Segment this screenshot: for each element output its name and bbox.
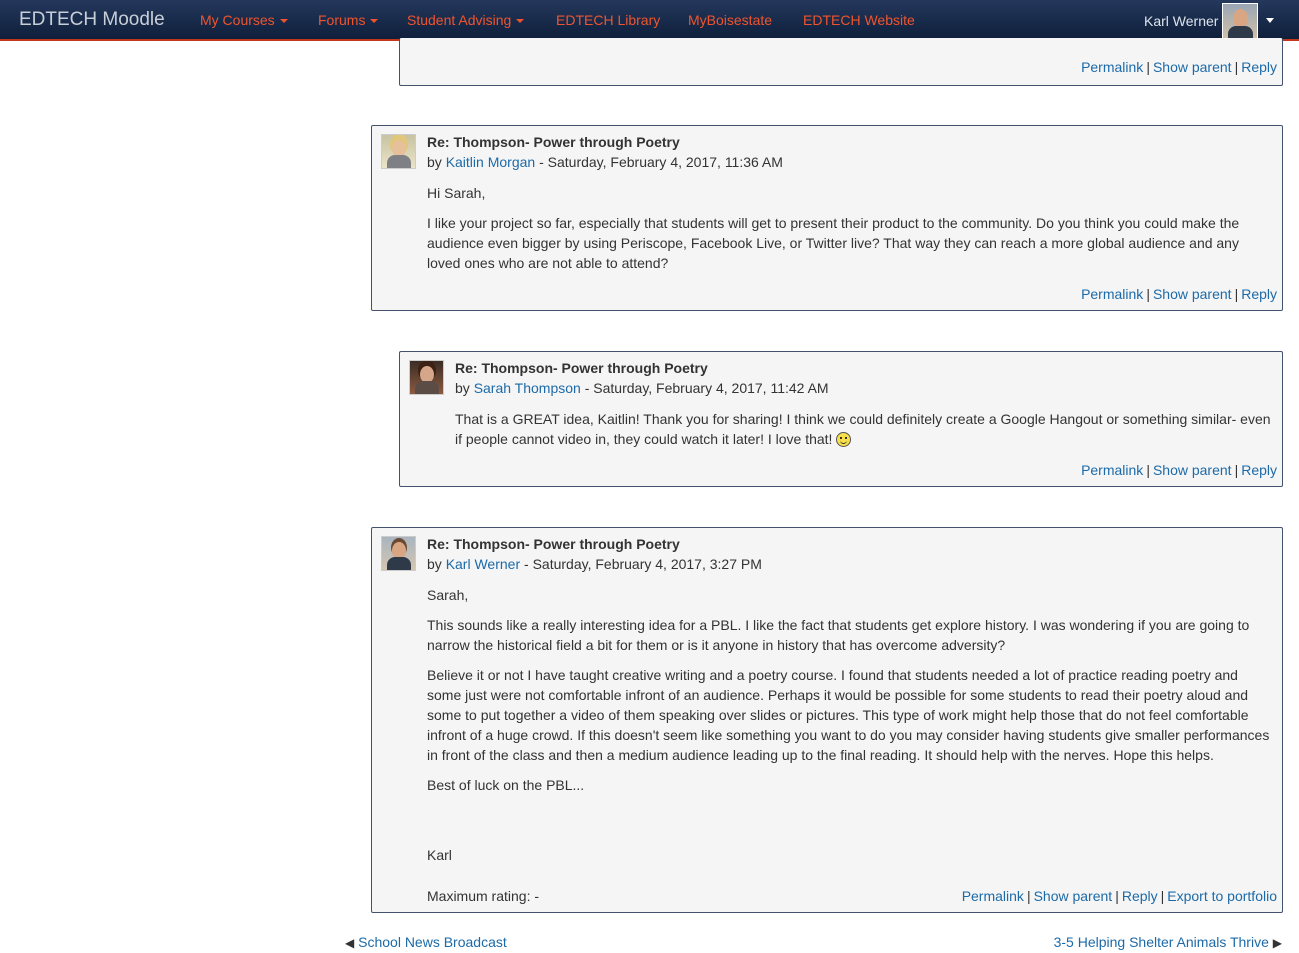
triangle-right-icon: ▶ xyxy=(1272,936,1282,950)
author-link[interactable]: Karl Werner xyxy=(446,556,520,572)
author-link[interactable]: Kaitlin Morgan xyxy=(446,154,536,170)
post-subject: Re: Thompson- Power through Poetry xyxy=(455,360,708,376)
nav-edtech-website[interactable]: EDTECH Website xyxy=(803,12,915,28)
chevron-down-icon xyxy=(516,19,525,24)
nav-forums-label: Forums xyxy=(318,12,366,28)
show-parent-link[interactable]: Show parent xyxy=(1034,888,1113,904)
nav-student-advising[interactable]: Student Advising xyxy=(407,12,525,28)
separator: | xyxy=(1234,286,1239,302)
post-paragraph: I like your project so far, especially t… xyxy=(427,215,1240,271)
rating-label: Maximum rating: - xyxy=(427,888,540,904)
smiley-icon xyxy=(836,432,852,447)
by-label: by xyxy=(455,380,470,396)
post-commands: Permalink | Show parent | Reply | Export to po… xyxy=(962,888,1277,904)
post-paragraph: Hi Sarah, xyxy=(427,185,486,201)
post-byline: by Sarah Thompson - Saturday, February 4… xyxy=(455,380,829,396)
separator: | xyxy=(1146,286,1150,302)
by-label: by xyxy=(427,154,442,170)
separator: | xyxy=(1026,888,1031,904)
post-date: Saturday, February 4, 2017, 11:42 AM xyxy=(593,380,829,396)
post-subject: Re: Thompson- Power through Poetry xyxy=(427,536,680,552)
export-portfolio-link[interactable]: Export to portfolio xyxy=(1167,888,1277,904)
show-parent-link[interactable]: Show parent xyxy=(1153,286,1232,302)
by-label: by xyxy=(427,556,442,572)
post-date: Saturday, February 4, 2017, 3:27 PM xyxy=(532,556,762,572)
reply-link[interactable]: Reply xyxy=(1241,59,1277,75)
post-byline: by Kaitlin Morgan - Saturday, February 4… xyxy=(427,154,783,170)
post-commands: Permalink | Show parent | Reply xyxy=(1081,59,1277,75)
nav-my-courses-label: My Courses xyxy=(200,12,275,28)
permalink-link[interactable]: Permalink xyxy=(1081,59,1143,75)
chevron-down-icon xyxy=(279,19,288,24)
post-date: Saturday, February 4, 2017, 11:36 AM xyxy=(547,154,783,170)
nav-my-courses[interactable]: My Courses xyxy=(200,12,288,28)
dash: - xyxy=(584,380,590,396)
prev-discussion-link[interactable]: School News Broadcast xyxy=(358,934,507,950)
permalink-link[interactable]: Permalink xyxy=(962,888,1024,904)
triangle-left-icon: ◀ xyxy=(345,936,355,950)
post-content: Sarah, This sounds like a really interes… xyxy=(427,585,1275,875)
post-text: That is a GREAT idea, Kaitlin! Thank you… xyxy=(455,411,1271,447)
user-avatar[interactable] xyxy=(1222,3,1258,39)
show-parent-link[interactable]: Show parent xyxy=(1153,59,1232,75)
post-paragraph: Sarah, xyxy=(427,587,469,603)
author-avatar[interactable] xyxy=(381,134,416,169)
forum-post: Re: Thompson- Power through Poetry by Ka… xyxy=(371,527,1283,913)
permalink-link[interactable]: Permalink xyxy=(1081,286,1143,302)
post-paragraph: This sounds like a really interesting id… xyxy=(427,617,1250,653)
separator: | xyxy=(1234,59,1239,75)
reply-link[interactable]: Reply xyxy=(1122,888,1158,904)
top-navbar: EDTECH Moodle My Courses Forums Student … xyxy=(0,0,1299,41)
author-avatar[interactable] xyxy=(381,536,416,571)
dash: - xyxy=(524,556,529,572)
post-byline: by Karl Werner - Saturday, February 4, 2… xyxy=(427,556,762,572)
post-commands: Permalink | Show parent | Reply xyxy=(1081,286,1277,302)
nav-myboisestate[interactable]: MyBoisestate xyxy=(688,12,772,28)
separator: | xyxy=(1234,462,1239,478)
reply-link[interactable]: Reply xyxy=(1241,462,1277,478)
prev-discussion[interactable]: ◀ School News Broadcast xyxy=(345,934,507,950)
user-menu-name[interactable]: Karl Werner xyxy=(1144,13,1218,29)
nav-forums[interactable]: Forums xyxy=(318,12,379,28)
post-paragraph: Believe it or not I have taught creative… xyxy=(427,667,1270,763)
site-brand[interactable]: EDTECH Moodle xyxy=(19,9,165,31)
author-link[interactable]: Sarah Thompson xyxy=(474,380,581,396)
nav-edtech-library[interactable]: EDTECH Library xyxy=(556,12,660,28)
nav-student-advising-label: Student Advising xyxy=(407,12,512,28)
forum-post-partial: Permalink | Show parent | Reply xyxy=(399,38,1283,86)
chevron-down-icon xyxy=(370,19,379,24)
user-menu-caret-icon[interactable] xyxy=(1266,18,1274,23)
show-parent-link[interactable]: Show parent xyxy=(1153,462,1232,478)
dash: - xyxy=(539,154,544,170)
post-commands: Permalink | Show parent | Reply xyxy=(1081,462,1277,478)
separator: | xyxy=(1146,462,1150,478)
post-content: That is a GREAT idea, Kaitlin! Thank you… xyxy=(455,409,1277,459)
post-paragraph: Best of luck on the PBL... xyxy=(427,777,585,793)
reply-link[interactable]: Reply xyxy=(1241,286,1277,302)
forum-post: Re: Thompson- Power through Poetry by Sa… xyxy=(399,351,1283,487)
separator: | xyxy=(1160,888,1165,904)
post-content: Hi Sarah, I like your project so far, es… xyxy=(427,183,1273,283)
separator: | xyxy=(1115,888,1119,904)
separator: | xyxy=(1146,59,1150,75)
next-discussion-link[interactable]: 3-5 Helping Shelter Animals Thrive xyxy=(1054,934,1269,950)
forum-post: Re: Thompson- Power through Poetry by Ka… xyxy=(371,125,1283,311)
permalink-link[interactable]: Permalink xyxy=(1081,462,1143,478)
post-paragraph: That is a GREAT idea, Kaitlin! Thank you… xyxy=(455,409,1277,449)
author-avatar[interactable] xyxy=(409,360,444,395)
post-subject: Re: Thompson- Power through Poetry xyxy=(427,134,680,150)
next-discussion[interactable]: 3-5 Helping Shelter Animals Thrive ▶ xyxy=(1054,934,1282,950)
post-paragraph: Karl xyxy=(427,847,452,863)
